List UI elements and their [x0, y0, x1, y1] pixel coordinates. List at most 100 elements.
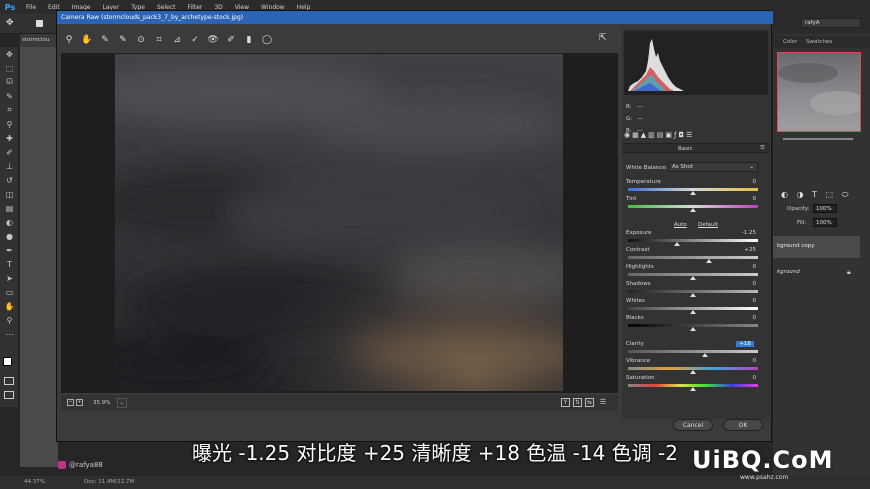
zoom-out-button[interactable]: − — [67, 399, 74, 406]
graduated-filter-icon[interactable]: ▮ — [241, 31, 257, 49]
menu-file[interactable]: File — [20, 4, 42, 11]
blacks-slider-thumb[interactable] — [690, 327, 696, 331]
tint-slider-thumb[interactable] — [690, 208, 696, 212]
whites-value[interactable]: 0 — [726, 298, 757, 304]
swap-settings-icon[interactable]: ⇅ — [573, 398, 582, 407]
adjustment-panel: R: --- G: --- B: --- ◉▦▲▥▤▣ƒ◘☰ Basic ☰ W… — [622, 29, 770, 419]
screen-mode-icon[interactable] — [4, 391, 14, 399]
tools-panel: ✥ ⬚ ᘏ ✎ ⌗ ⚲ ✚ ✐ ⊥ ↺ ◫ ▤ ◐ ● ✒ T ➤ ▭ ✋ ⚲ … — [0, 47, 19, 407]
preview-footer: − + 35.9% ⌄ Y ⇅ ⇆ ☰ — [61, 395, 618, 411]
workspace-selector[interactable]: rafyA — [801, 18, 861, 28]
default-link[interactable]: Default — [698, 222, 718, 228]
highlights-slider[interactable] — [628, 273, 758, 280]
exposure-slider[interactable] — [628, 239, 758, 246]
contrast-value[interactable]: +25 — [726, 247, 756, 253]
eraser-tool-icon[interactable]: ◫ — [0, 187, 19, 201]
status-zoom[interactable]: 44.37% — [24, 479, 45, 485]
document-tab[interactable]: stormclou — [20, 34, 60, 47]
blur-tool-icon[interactable]: ◐ — [0, 215, 19, 229]
auto-link[interactable]: Auto — [674, 222, 687, 228]
fill-field[interactable]: 100% — [813, 218, 837, 227]
temperature-slider-thumb[interactable] — [690, 191, 696, 195]
radial-filter-icon[interactable]: ◯ — [259, 31, 275, 49]
blacks-value[interactable]: 0 — [726, 315, 757, 321]
hand-tool-icon[interactable]: ✋ — [79, 31, 95, 49]
temperature-value[interactable]: 0 — [726, 179, 757, 185]
foreground-color-swatch[interactable] — [3, 357, 12, 366]
pen-tool-icon[interactable]: ✒ — [0, 243, 19, 257]
blacks-slider[interactable] — [628, 324, 758, 331]
temperature-slider[interactable] — [628, 188, 758, 195]
auto-select-checkbox[interactable] — [36, 20, 43, 27]
highlights-slider-thumb[interactable] — [690, 276, 696, 280]
tint-slider[interactable] — [628, 205, 758, 212]
zoom-slider[interactable] — [783, 138, 853, 140]
saturation-slider-thumb[interactable] — [690, 387, 696, 391]
clarity-value[interactable]: +18 — [736, 341, 754, 347]
shadows-value[interactable]: 0 — [726, 281, 757, 287]
quick-mask-icon[interactable] — [4, 377, 14, 385]
copy-settings-icon[interactable]: ⇆ — [585, 398, 594, 407]
toggle-settings-icon[interactable]: ☰ — [598, 398, 608, 407]
history-brush-icon[interactable]: ↺ — [0, 173, 19, 187]
type-tool-icon[interactable]: T — [0, 257, 19, 271]
open-preferences-icon[interactable]: ⇱ — [599, 33, 607, 43]
heal-tool-icon[interactable]: ✚ — [0, 131, 19, 145]
move-tool-icon[interactable]: ✥ — [6, 18, 14, 28]
highlights-value[interactable]: 0 — [726, 264, 757, 270]
eyedropper-tool-icon[interactable]: ⚲ — [0, 117, 19, 131]
storm-clouds-image — [115, 54, 563, 391]
zoom-tool-icon[interactable]: ⚲ — [0, 313, 19, 327]
gradient-tool-icon[interactable]: ▤ — [0, 201, 19, 215]
contrast-slider-thumb[interactable] — [706, 259, 713, 263]
marquee-tool-icon[interactable]: ⬚ — [0, 61, 19, 75]
shape-tool-icon[interactable]: ▭ — [0, 285, 19, 299]
saturation-slider[interactable] — [628, 384, 758, 391]
zoom-dropdown-icon[interactable]: ⌄ — [117, 398, 127, 408]
exposure-slider-thumb[interactable] — [673, 242, 680, 246]
red-eye-icon[interactable]: 👁︎ — [205, 31, 221, 49]
cancel-button[interactable]: Cancel — [673, 419, 713, 431]
ok-button[interactable]: OK — [723, 419, 763, 431]
fill-label: Fill: — [797, 220, 807, 226]
adjustment-brush-icon[interactable]: ✐ — [223, 31, 239, 49]
vibrance-slider-thumb[interactable] — [690, 370, 696, 374]
lasso-tool-icon[interactable]: ᘏ — [0, 75, 19, 89]
whites-slider-thumb[interactable] — [690, 310, 696, 314]
tab-swatches[interactable]: Swatches — [806, 39, 832, 45]
stamp-tool-icon[interactable]: ⊥ — [0, 159, 19, 173]
hand-tool-icon[interactable]: ✋ — [0, 299, 19, 313]
zoom-tool-icon[interactable]: ⚲ — [61, 31, 77, 49]
vibrance-slider[interactable] — [628, 367, 758, 374]
clarity-slider[interactable] — [628, 350, 758, 357]
vibrance-value[interactable]: 0 — [726, 358, 757, 364]
tint-value[interactable]: 0 — [726, 196, 757, 202]
dodge-tool-icon[interactable]: ● — [0, 229, 19, 243]
before-after-y-icon[interactable]: Y — [561, 398, 570, 407]
color-sampler-tool-icon[interactable]: ✎ — [115, 31, 131, 49]
quick-select-tool-icon[interactable]: ✎ — [0, 89, 19, 103]
saturation-value[interactable]: 0 — [726, 375, 757, 381]
crop-tool-icon[interactable]: ⌗ — [151, 31, 167, 49]
exposure-label: Exposure — [626, 230, 652, 236]
target-adjust-tool-icon[interactable]: ⊙ — [133, 31, 149, 49]
zoom-in-button[interactable]: + — [76, 399, 83, 406]
opacity-field[interactable]: 100% — [813, 204, 837, 213]
more-tools-icon[interactable]: ⋯ — [0, 327, 19, 341]
whites-slider[interactable] — [628, 307, 758, 314]
crop-tool-icon[interactable]: ⌗ — [0, 103, 19, 117]
contrast-slider[interactable] — [628, 256, 758, 263]
tab-color[interactable]: Color — [783, 39, 797, 45]
shadows-slider[interactable] — [628, 290, 758, 297]
clarity-slider-thumb[interactable] — [701, 353, 708, 357]
spot-removal-icon[interactable]: ✓ — [187, 31, 203, 49]
straighten-tool-icon[interactable]: ⊿ — [169, 31, 185, 49]
zoom-level[interactable]: 35.9% — [93, 400, 110, 406]
brush-tool-icon[interactable]: ✐ — [0, 145, 19, 159]
layer-row-bg-copy[interactable]: kground copy — [773, 236, 860, 258]
path-select-icon[interactable]: ➤ — [0, 271, 19, 285]
shadows-slider-thumb[interactable] — [690, 293, 696, 297]
move-tool-icon[interactable]: ✥ — [0, 47, 19, 61]
white-balance-tool-icon[interactable]: ✎ — [97, 31, 113, 49]
exposure-value[interactable]: -1.25 — [726, 230, 756, 236]
